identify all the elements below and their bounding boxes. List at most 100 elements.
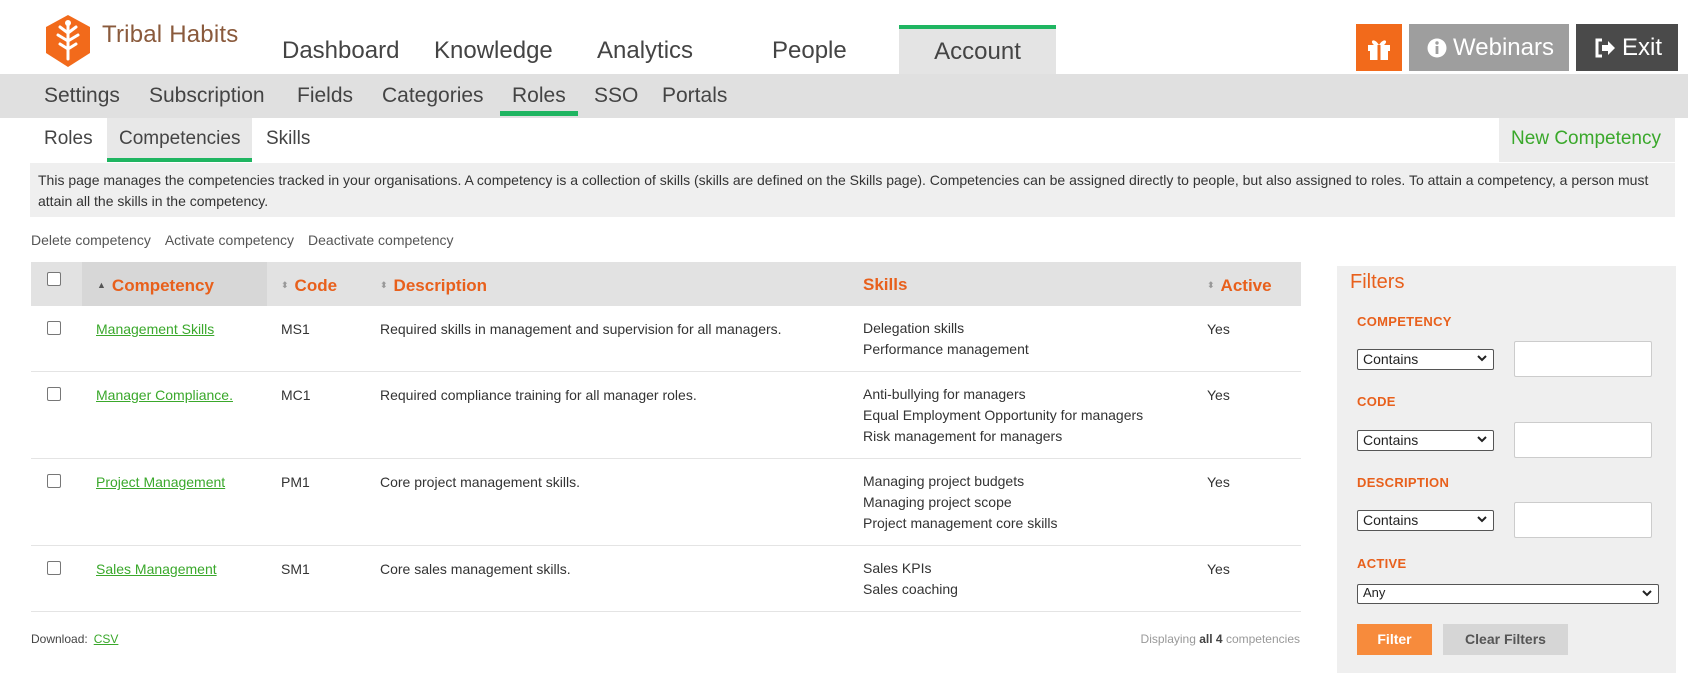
header-active[interactable]: ⬍ Active: [1207, 262, 1272, 306]
filter-competency-input[interactable]: [1514, 341, 1652, 377]
tab-skills[interactable]: Skills: [266, 118, 310, 162]
nav-analytics[interactable]: Analytics: [597, 25, 772, 74]
app-logo[interactable]: Tribal Habits: [42, 13, 238, 69]
nav-dashboard[interactable]: Dashboard: [282, 25, 434, 74]
competency-active: Yes: [1207, 387, 1230, 403]
skill-item: Managing project scope: [863, 494, 1012, 510]
competency-skills: Anti-bullying for managers Equal Employm…: [863, 384, 1143, 447]
sort-icon: ⬍: [380, 280, 388, 290]
sort-asc-icon: ▲: [97, 280, 106, 290]
tribal-habits-logo-icon: [46, 15, 90, 67]
subnav-categories[interactable]: Categories: [382, 84, 484, 108]
delete-competency-action[interactable]: Delete competency: [31, 232, 151, 248]
nav-people[interactable]: People: [772, 25, 899, 74]
sign-out-icon: [1594, 38, 1616, 58]
table-row: Project Management PM1 Core project mana…: [31, 459, 1301, 546]
filter-description-operator[interactable]: Contains: [1357, 510, 1494, 531]
competency-description: Core project management skills.: [380, 474, 580, 490]
skill-item: Sales coaching: [863, 581, 958, 597]
filter-active-label: ACTIVE: [1357, 556, 1407, 571]
skill-item: Delegation skills: [863, 320, 965, 336]
info-icon: [1427, 38, 1447, 58]
filter-competency-operator[interactable]: Contains: [1357, 349, 1494, 370]
header-code[interactable]: ⬍ Code: [281, 262, 337, 306]
filter-active-select[interactable]: Any: [1357, 584, 1659, 604]
competency-link[interactable]: Management Skills: [96, 321, 214, 337]
subnav-subscription[interactable]: Subscription: [149, 84, 265, 108]
gift-button[interactable]: [1356, 24, 1403, 71]
skill-item: Risk management for managers: [863, 428, 1063, 444]
competency-active: Yes: [1207, 561, 1230, 577]
clear-filters-button[interactable]: Clear Filters: [1443, 624, 1568, 655]
competency-description: Core sales management skills.: [380, 561, 571, 577]
competency-link[interactable]: Manager Compliance.: [96, 387, 233, 403]
main-nav: Dashboard Knowledge Analytics People Acc…: [282, 25, 1056, 74]
subnav-sso[interactable]: SSO: [594, 84, 638, 108]
competency-tabs: Roles Competencies Skills New Competency: [0, 118, 1688, 162]
competency-description: Required compliance training for all man…: [380, 387, 697, 403]
sort-icon: ⬍: [1207, 280, 1215, 290]
tab-roles[interactable]: Roles: [44, 118, 93, 162]
row-checkbox[interactable]: [47, 474, 61, 488]
competency-code: MS1: [281, 321, 310, 337]
chevron-down-icon: [1477, 516, 1487, 523]
filter-code-input[interactable]: [1514, 422, 1652, 458]
competency-link[interactable]: Project Management: [96, 474, 225, 490]
new-competency-button[interactable]: New Competency: [1499, 118, 1675, 162]
header-skills: Skills: [863, 275, 908, 294]
competency-active: Yes: [1207, 474, 1230, 490]
competency-skills: Sales KPIs Sales coaching: [863, 558, 958, 600]
deactivate-competency-action[interactable]: Deactivate competency: [308, 232, 454, 248]
row-checkbox[interactable]: [47, 321, 61, 335]
skill-item: Sales KPIs: [863, 560, 932, 576]
filter-description-input[interactable]: [1514, 502, 1652, 538]
competency-active: Yes: [1207, 321, 1230, 337]
chevron-down-icon: [1477, 436, 1487, 443]
skill-item: Performance management: [863, 341, 1029, 357]
gift-icon: [1368, 39, 1391, 60]
filter-code-operator[interactable]: Contains: [1357, 430, 1494, 451]
chevron-down-icon: [1477, 355, 1487, 362]
exit-button[interactable]: Exit: [1575, 24, 1678, 71]
download-area: Download: CSV: [31, 632, 118, 646]
nav-knowledge[interactable]: Knowledge: [434, 25, 597, 74]
top-bar: Tribal Habits Dashboard Knowledge Analyt…: [0, 0, 1688, 74]
header-description[interactable]: ⬍ Description: [380, 262, 487, 306]
app-name: Tribal Habits: [102, 21, 239, 48]
row-checkbox[interactable]: [47, 561, 61, 575]
header-competency[interactable]: ▲ Competency: [82, 262, 267, 306]
filter-button[interactable]: Filter: [1357, 624, 1432, 655]
filter-code-label: CODE: [1357, 394, 1396, 409]
divider: [1337, 263, 1676, 266]
webinars-button[interactable]: Webinars: [1409, 24, 1569, 71]
download-label: Download:: [31, 632, 88, 646]
competency-description: Required skills in management and superv…: [380, 321, 782, 337]
skill-item: Equal Employment Opportunity for manager…: [863, 407, 1144, 423]
record-count: Displaying all 4 competencies: [1140, 632, 1300, 646]
row-checkbox[interactable]: [47, 387, 61, 401]
competency-skills: Managing project budgets Managing projec…: [863, 471, 1058, 534]
subnav-roles[interactable]: Roles: [500, 84, 578, 116]
subnav-fields[interactable]: Fields: [297, 84, 353, 108]
csv-download-link[interactable]: CSV: [94, 632, 119, 646]
filter-description-label: DESCRIPTION: [1357, 475, 1450, 490]
competency-link[interactable]: Sales Management: [96, 561, 217, 577]
sub-nav: Settings Subscription Fields Categories …: [0, 74, 1688, 118]
select-all-checkbox[interactable]: [47, 272, 61, 286]
subnav-portals[interactable]: Portals: [662, 84, 727, 108]
info-text: This page manages the competencies track…: [30, 163, 1675, 217]
activate-competency-action[interactable]: Activate competency: [165, 232, 294, 248]
top-actions: Webinars Exit: [1356, 24, 1678, 71]
table-row: Manager Compliance. MC1 Required complia…: [31, 372, 1301, 459]
exit-label: Exit: [1621, 33, 1662, 61]
competency-code: MC1: [281, 387, 311, 403]
nav-account[interactable]: Account: [899, 25, 1056, 74]
tab-competencies[interactable]: Competencies: [107, 118, 253, 162]
table-row: Sales Management SM1 Core sales manageme…: [31, 546, 1301, 612]
table-header: ▲ Competency ⬍ Code ⬍ Description Skills ⬍ A…: [31, 262, 1301, 306]
webinars-label: Webinars: [1453, 33, 1554, 61]
skill-item: Managing project budgets: [863, 473, 1025, 489]
filters-panel: Filters COMPETENCY Contains CODE Contain…: [1337, 263, 1676, 673]
competency-code: SM1: [281, 561, 310, 577]
subnav-settings[interactable]: Settings: [44, 84, 120, 108]
